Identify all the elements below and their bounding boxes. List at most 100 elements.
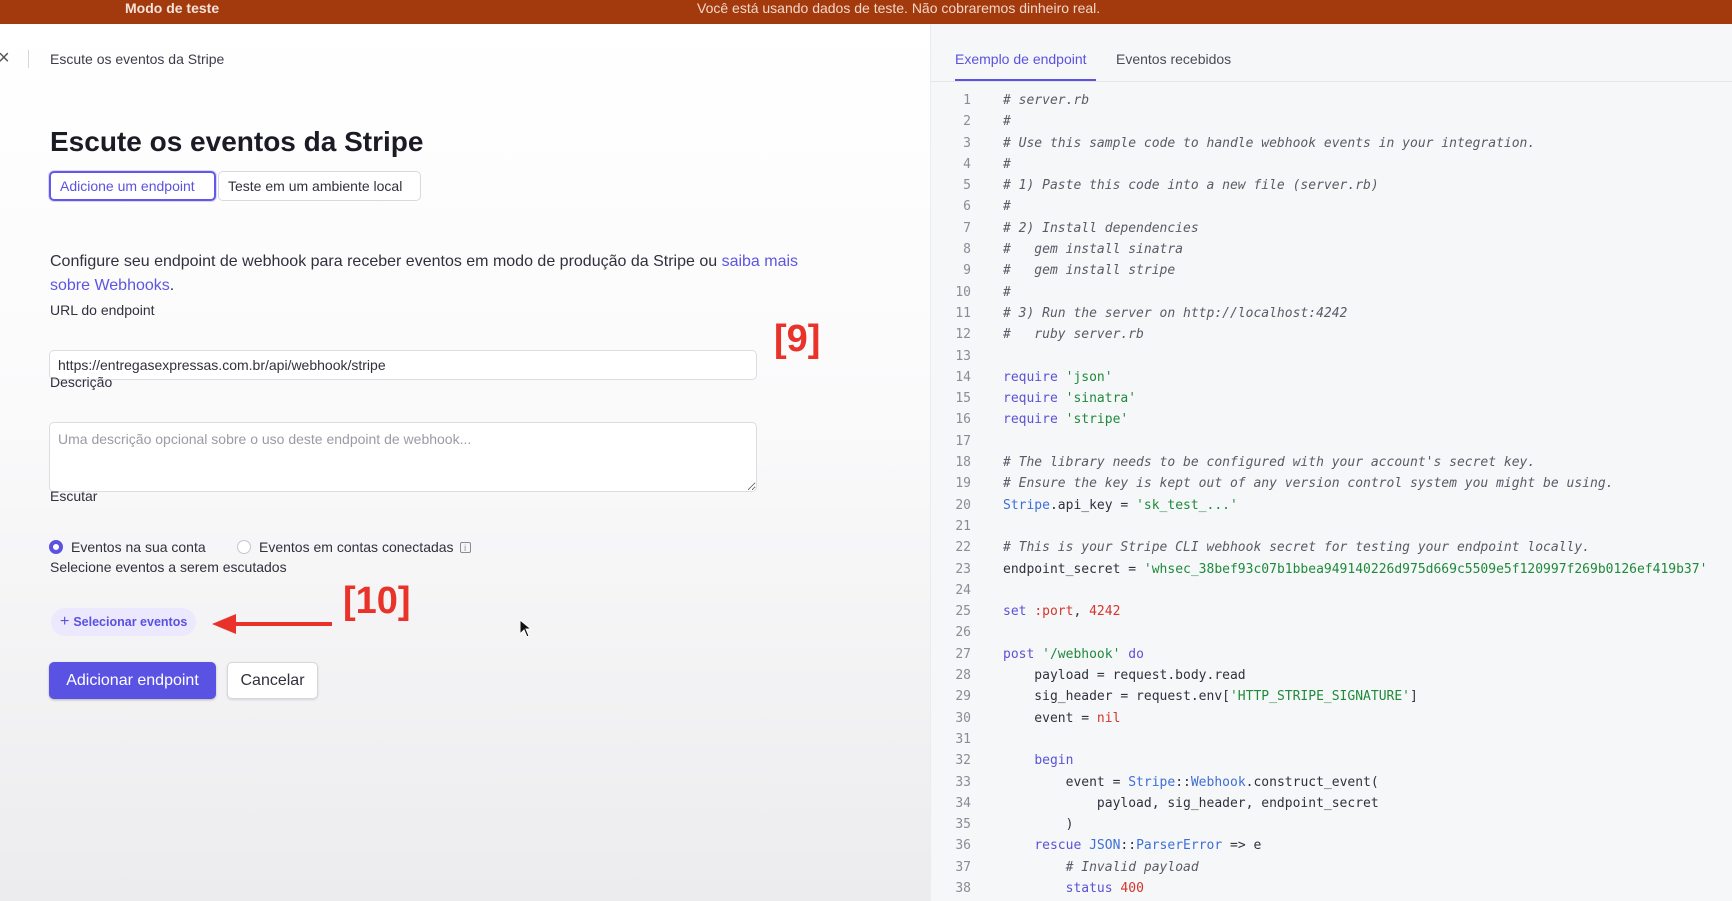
description-body: Configure seu endpoint de webhook para r… <box>50 253 722 270</box>
line-number: 34 <box>955 795 971 811</box>
line-number: 20 <box>955 497 971 513</box>
tab-test-local[interactable]: Teste em um ambiente local <box>218 171 421 201</box>
line-number: 10 <box>955 284 971 300</box>
code-text: ) <box>1003 817 1074 833</box>
code-text: status 400 <box>1065 880 1144 896</box>
code-line: 3 # Use this sample code to handle webhoo… <box>931 133 1707 154</box>
line-number: 6 <box>963 199 971 215</box>
code-line: 19 # Ensure the key is kept out of any ve… <box>931 473 1707 494</box>
line-number: 25 <box>955 604 971 620</box>
code-line: 16 require 'stripe' <box>931 409 1707 430</box>
radio-connected-events[interactable]: Eventos em contas conectadas i <box>237 536 471 558</box>
info-icon[interactable]: i <box>459 541 471 553</box>
select-events-button[interactable]: + Selecionar eventos <box>51 608 197 636</box>
radio-selected-icon[interactable] <box>49 540 63 554</box>
line-number: 35 <box>955 817 971 833</box>
code-line: 34 payload, sig_header, endpoint_secret <box>931 793 1707 814</box>
code-text: # gem install sinatra <box>1003 242 1184 258</box>
code-line: 20 Stripe.api_key = 'sk_test_...' <box>931 495 1707 516</box>
code-line: 8 # gem install sinatra <box>931 239 1707 260</box>
code-text: payload = request.body.read <box>1003 668 1246 684</box>
line-number: 30 <box>955 710 971 726</box>
breadcrumb: Escute os eventos da Stripe <box>50 51 225 67</box>
line-number: 13 <box>955 348 971 364</box>
code-text: # <box>1003 114 1011 130</box>
code-line: 30 event = nil <box>931 708 1707 729</box>
code-text: sig_header = request.env['HTTP_STRIPE_SI… <box>1003 689 1418 705</box>
close-icon[interactable]: × <box>0 48 10 68</box>
tab-received-events[interactable]: Eventos recebidos <box>1116 51 1231 67</box>
description-label: Descrição <box>50 374 113 390</box>
code-text: # 3) Run the server on http://localhost:… <box>1003 305 1348 321</box>
learn-more-link-cont[interactable]: sobre Webhooks <box>50 277 170 294</box>
line-number: 28 <box>955 668 971 684</box>
endpoint-url-input[interactable] <box>49 350 757 380</box>
code-line: 24 <box>931 580 1707 601</box>
code-text: # server.rb <box>1003 93 1090 108</box>
annotation-9: [9] <box>774 318 821 360</box>
radio-unselected-icon[interactable] <box>237 540 251 554</box>
code-line: 14 require 'json' <box>931 367 1707 388</box>
code-line: 7 # 2) Install dependencies <box>931 218 1707 239</box>
code-line: 15 require 'sinatra' <box>931 388 1707 409</box>
code-line: 17 <box>931 431 1707 452</box>
code-line: 29 sig_header = request.env['HTTP_STRIPE… <box>931 686 1707 707</box>
radio-account-label: Eventos na sua conta <box>71 539 206 555</box>
code-line: 28 payload = request.body.read <box>931 665 1707 686</box>
code-text: # Ensure the key is kept out of any vers… <box>1003 476 1614 492</box>
code-line: 13 <box>931 346 1707 367</box>
cancel-button[interactable]: Cancelar <box>227 662 318 699</box>
line-number: 17 <box>955 433 971 449</box>
line-number: 26 <box>955 625 971 641</box>
code-line: 5 # 1) Paste this code into a new file (s… <box>931 175 1707 196</box>
code-text: payload, sig_header, endpoint_secret <box>1003 795 1379 811</box>
line-number: 37 <box>955 859 971 875</box>
add-endpoint-button[interactable]: Adicionar endpoint <box>49 662 216 699</box>
line-number: 16 <box>955 412 971 428</box>
line-number: 15 <box>955 391 971 407</box>
select-events-label-text: Selecionar eventos <box>73 615 188 629</box>
test-mode-notice: Você está usando dados de teste. Não cob… <box>697 0 1101 16</box>
code-line: 4 # <box>931 154 1707 175</box>
code-line: 22 # This is your Stripe CLI webhook secr… <box>931 537 1707 558</box>
code-line: 9 # gem install stripe <box>931 260 1707 281</box>
code-line: 35 ) <box>931 814 1707 835</box>
code-text: event = Stripe::Webhook.construct_event( <box>1003 774 1379 790</box>
code-text: begin <box>1034 753 1074 769</box>
code-line: 18 # The library needs to be configured w… <box>931 452 1707 473</box>
line-number: 7 <box>963 220 971 236</box>
header-divider <box>28 50 29 68</box>
code-text: endpoint_secret = 'whsec_38bef93c07b1bbe… <box>1003 561 1708 577</box>
code-line: 36 rescue JSON::ParserError => e <box>931 835 1707 856</box>
tab-endpoint-example[interactable]: Exemplo de endpoint <box>955 51 1087 67</box>
radio-account-events[interactable]: Eventos na sua conta <box>49 536 206 558</box>
code-line: 33 event = Stripe::Webhook.construct_eve… <box>931 772 1707 793</box>
line-number: 24 <box>955 582 971 598</box>
description-textarea[interactable] <box>49 422 757 492</box>
code-text: # <box>1003 156 1011 172</box>
tab-add-endpoint[interactable]: Adicione um endpoint <box>49 171 216 201</box>
line-number: 19 <box>955 476 971 492</box>
code-text: # Use this sample code to handle webhook… <box>1003 135 1536 151</box>
code-text: # <box>1003 199 1011 215</box>
code-panel: Exemplo de endpoint Eventos recebidos 1 #… <box>930 24 1732 901</box>
code-line: 1 # server.rb <box>931 90 1707 111</box>
code-text: post '/webhook' do <box>1003 646 1144 662</box>
learn-more-link[interactable]: saiba mais <box>722 253 798 270</box>
description-end: . <box>169 277 175 294</box>
code-text: # 1) Paste this code into a new file (se… <box>1003 178 1379 194</box>
url-label: URL do endpoint <box>50 302 155 318</box>
code-text: # ruby server.rb <box>1003 327 1144 343</box>
line-number: 12 <box>955 327 971 343</box>
code-text: require 'sinatra' <box>1003 391 1137 407</box>
code-text: set :port, 4242 <box>1003 604 1121 620</box>
form-panel: × Escute os eventos da Stripe Escute os … <box>0 24 930 901</box>
code-line: 31 <box>931 729 1707 750</box>
code-text: # <box>1003 284 1011 300</box>
code-line: 27 post '/webhook' do <box>931 644 1707 665</box>
line-number: 36 <box>955 838 971 854</box>
line-number: 3 <box>963 135 971 151</box>
line-number: 4 <box>963 156 971 172</box>
test-mode-label: Modo de teste <box>125 0 220 16</box>
code-line: 21 <box>931 516 1707 537</box>
